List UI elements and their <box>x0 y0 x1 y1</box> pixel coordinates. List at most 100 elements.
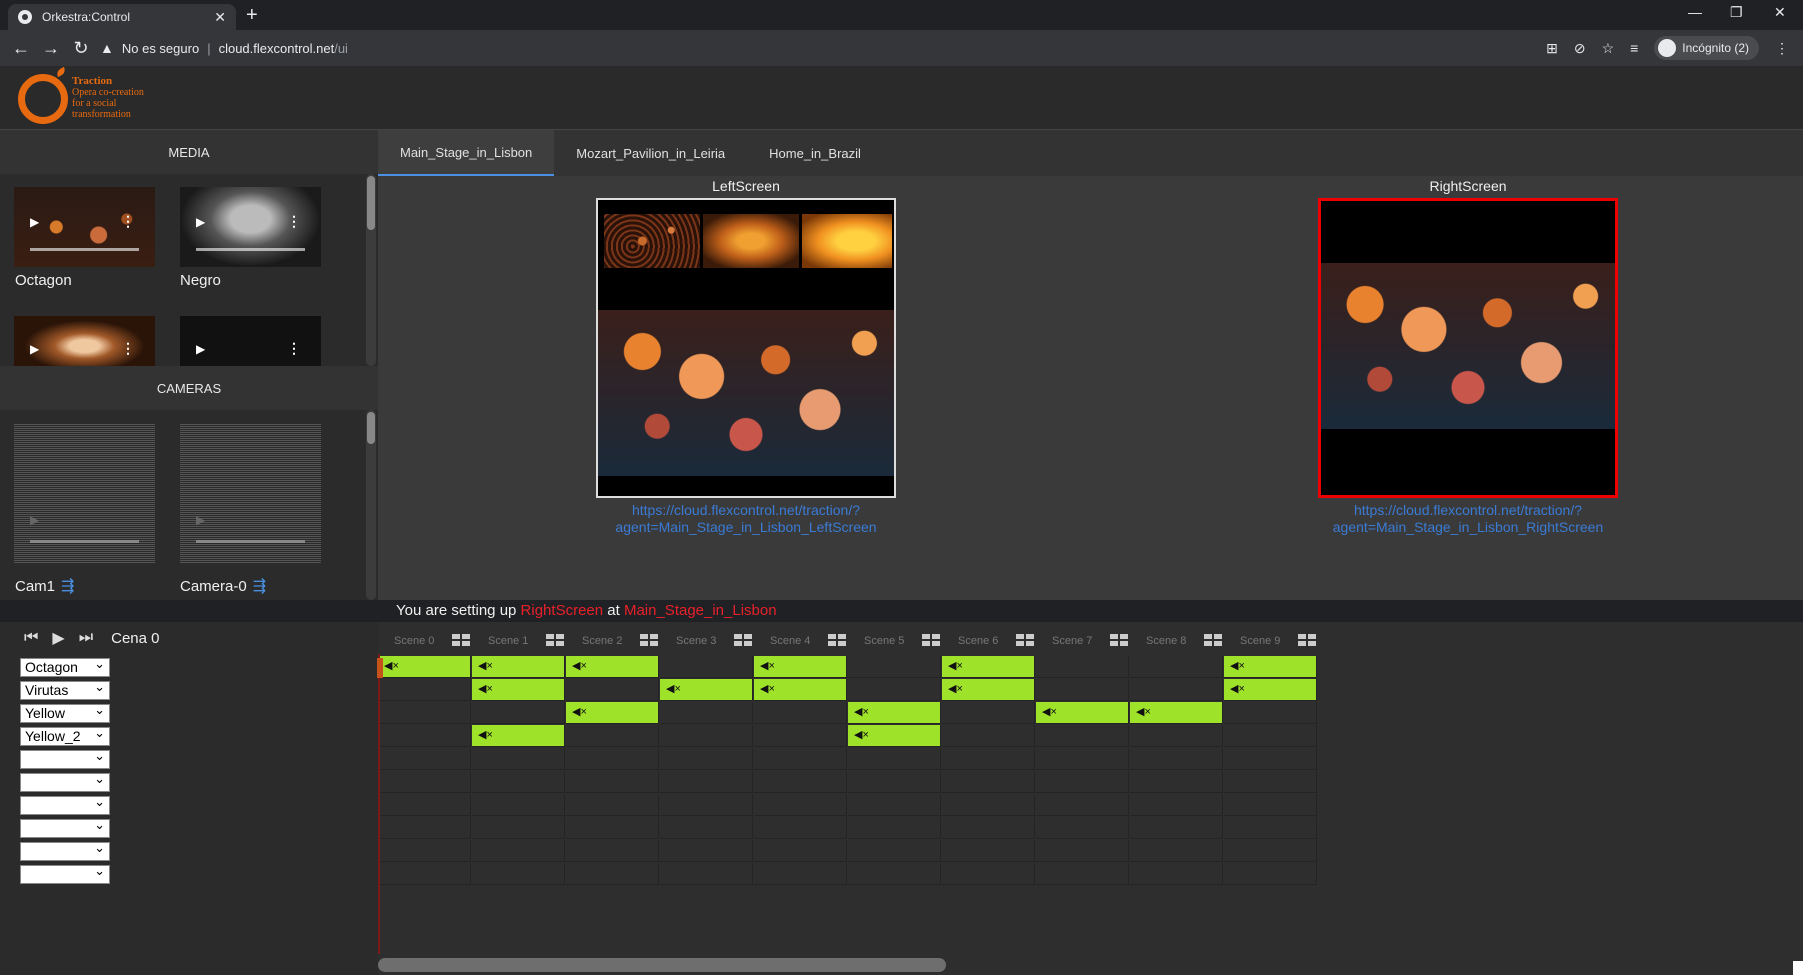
left-link-line-1[interactable]: https://cloud.flexcontrol.net/traction/? <box>561 502 931 519</box>
scene-header[interactable]: Scene 2 <box>582 632 622 650</box>
timeline-cell[interactable] <box>1224 794 1317 816</box>
speaker-muted-icon[interactable]: ◀× <box>1230 659 1245 672</box>
timeline-cell[interactable] <box>1224 840 1317 862</box>
timeline-cell[interactable] <box>1036 748 1129 770</box>
more-icon[interactable]: ⋮ <box>121 213 135 230</box>
timeline-cell[interactable] <box>566 817 659 839</box>
timeline-cell[interactable] <box>942 794 1035 816</box>
track-media-select[interactable] <box>20 839 110 861</box>
timeline-cell[interactable] <box>942 725 1035 747</box>
timeline-clip[interactable]: ◀× <box>1036 702 1128 723</box>
timeline-clip[interactable]: ◀× <box>378 656 470 677</box>
video-progress[interactable] <box>30 540 139 543</box>
timeline-clip[interactable]: ◀× <box>754 656 846 677</box>
timeline-cell[interactable] <box>754 771 847 793</box>
right-link-line-2[interactable]: agent=Main_Stage_in_Lisbon_RightScreen <box>1263 519 1673 536</box>
timeline-cell[interactable] <box>1130 679 1223 701</box>
timeline-cell[interactable] <box>1036 840 1129 862</box>
timeline-cell[interactable] <box>660 725 753 747</box>
timeline-cell[interactable] <box>848 771 941 793</box>
track-media-select[interactable] <box>20 770 110 792</box>
timeline-cell[interactable] <box>660 748 753 770</box>
address-bar[interactable]: ▲ No es seguro | cloud.flexcontrol.net /… <box>100 34 1520 62</box>
timeline-cell[interactable] <box>1036 725 1129 747</box>
timeline-clip[interactable]: ◀× <box>1224 656 1316 677</box>
scene-header[interactable]: Scene 0 <box>394 632 434 650</box>
scene-header[interactable]: Scene 5 <box>864 632 904 650</box>
timeline-cell[interactable] <box>566 840 659 862</box>
timeline-cell[interactable] <box>848 656 941 678</box>
timeline-cell[interactable] <box>566 748 659 770</box>
speaker-muted-icon[interactable]: ◀× <box>948 682 963 695</box>
scene-grid-icon[interactable] <box>1204 634 1222 646</box>
video-progress[interactable] <box>196 540 305 543</box>
timeline-cell[interactable] <box>1224 702 1317 724</box>
timeline-cell[interactable] <box>566 863 659 885</box>
speaker-muted-icon[interactable]: ◀× <box>666 682 681 695</box>
timeline-cell[interactable] <box>660 840 753 862</box>
media-thumb-4[interactable]: ▶ ⋮ <box>180 316 321 366</box>
timeline-cell[interactable] <box>942 817 1035 839</box>
speaker-muted-icon[interactable]: ◀× <box>854 728 869 741</box>
new-tab-icon[interactable]: + <box>246 4 258 26</box>
scene-header[interactable]: Scene 4 <box>770 632 810 650</box>
skip-back-icon[interactable]: ⏮ <box>24 629 38 647</box>
timeline-clip[interactable]: ◀× <box>942 679 1034 700</box>
timeline-cell[interactable] <box>378 771 471 793</box>
scene-header[interactable]: Scene 3 <box>676 632 716 650</box>
speaker-muted-icon[interactable]: ◀× <box>1042 705 1057 718</box>
timeline-cell[interactable] <box>660 794 753 816</box>
scene-grid-icon[interactable] <box>1298 634 1316 646</box>
timeline-cell[interactable] <box>1130 794 1223 816</box>
timeline-clip[interactable]: ◀× <box>1130 702 1222 723</box>
scene-grid-icon[interactable] <box>1016 634 1034 646</box>
timeline-cell[interactable] <box>378 817 471 839</box>
timeline-cell[interactable] <box>1130 840 1223 862</box>
timeline-cell[interactable] <box>848 794 941 816</box>
restore-icon[interactable]: ❐ <box>1730 4 1743 21</box>
speaker-muted-icon[interactable]: ◀× <box>760 682 775 695</box>
timeline-cell[interactable] <box>472 794 565 816</box>
speaker-muted-icon[interactable]: ◀× <box>384 659 399 672</box>
timeline-clip[interactable]: ◀× <box>754 679 846 700</box>
play-icon[interactable]: ▶ <box>52 628 64 648</box>
play-icon[interactable]: ▶ <box>196 342 205 356</box>
timeline-cell[interactable] <box>1224 771 1317 793</box>
timeline-cell[interactable] <box>1130 748 1223 770</box>
timeline-cell[interactable] <box>472 748 565 770</box>
timeline-cell[interactable] <box>1036 817 1129 839</box>
timeline-cell[interactable] <box>942 702 1035 724</box>
timeline-cell[interactable] <box>1036 863 1129 885</box>
camera-thumb-cam1[interactable]: ▶ <box>14 423 155 563</box>
timeline-clip[interactable]: ◀× <box>472 679 564 700</box>
timeline-cell[interactable] <box>472 771 565 793</box>
timeline-cell[interactable] <box>754 863 847 885</box>
speaker-muted-icon[interactable]: ◀× <box>948 659 963 672</box>
timeline-cell[interactable] <box>472 840 565 862</box>
skip-forward-icon[interactable]: ⏭ <box>79 629 93 647</box>
timeline-cell[interactable] <box>378 679 471 701</box>
timeline-cell[interactable] <box>566 794 659 816</box>
incognito-badge[interactable]: Incógnito (2) <box>1654 36 1759 60</box>
speaker-muted-icon[interactable]: ◀× <box>854 705 869 718</box>
scene-header[interactable]: Scene 6 <box>958 632 998 650</box>
forward-icon[interactable]: → <box>36 38 66 59</box>
scene-grid-icon[interactable] <box>828 634 846 646</box>
timeline-cell[interactable] <box>1036 794 1129 816</box>
timeline-cell[interactable] <box>754 748 847 770</box>
media-thumb-3[interactable]: ▶ ⋮ <box>14 316 155 366</box>
timeline-cell[interactable] <box>472 863 565 885</box>
timeline-cell[interactable] <box>754 840 847 862</box>
more-menu-icon[interactable]: ⋮ <box>1775 40 1789 57</box>
timeline-cell[interactable] <box>1224 725 1317 747</box>
speaker-muted-icon[interactable]: ◀× <box>478 659 493 672</box>
timeline-cell[interactable] <box>566 725 659 747</box>
timeline-clip[interactable]: ◀× <box>942 656 1034 677</box>
reload-icon[interactable]: ↻ <box>66 38 96 59</box>
play-icon[interactable]: ▶ <box>30 215 39 229</box>
timeline-cell[interactable] <box>754 817 847 839</box>
timeline-cell[interactable] <box>660 702 753 724</box>
timeline-cell[interactable] <box>942 863 1035 885</box>
timeline-clip[interactable]: ◀× <box>1224 679 1316 700</box>
scene-header[interactable]: Scene 1 <box>488 632 528 650</box>
